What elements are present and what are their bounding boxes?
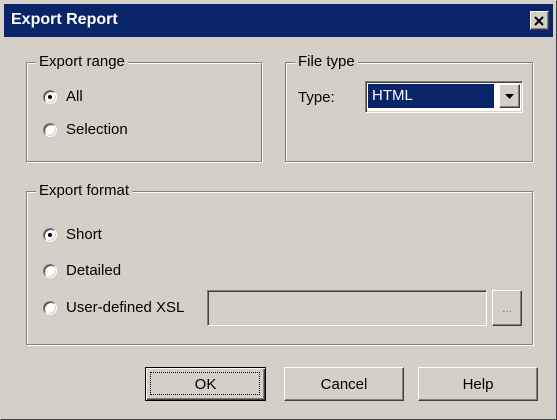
browse-xsl-label: ... (501, 301, 512, 315)
export-format-group: Export format Short Detailed User-define… (26, 182, 533, 345)
radio-all[interactable]: All (43, 88, 83, 105)
file-type-legend: File type (295, 53, 358, 71)
help-button-label: Help (462, 375, 494, 393)
cancel-button-label: Cancel (320, 375, 368, 393)
radio-detailed-indicator[interactable] (43, 263, 57, 278)
chevron-down-icon (505, 93, 514, 99)
help-button[interactable]: Help (418, 367, 538, 401)
radio-short-label: Short (66, 226, 102, 243)
radio-all-indicator[interactable] (43, 89, 57, 104)
radio-user-defined-xsl[interactable]: User-defined XSL (43, 299, 184, 316)
radio-selection[interactable]: Selection (43, 121, 128, 138)
export-range-group: Export range All Selection (26, 53, 262, 162)
type-dropdown-button[interactable] (499, 84, 520, 108)
close-icon (534, 15, 544, 26)
radio-detailed-label: Detailed (66, 262, 122, 279)
file-type-group: File type Type: HTML (285, 53, 533, 162)
type-select-value: HTML (368, 84, 494, 108)
radio-user-defined-xsl-label: User-defined XSL (66, 299, 185, 316)
radio-selection-label: Selection (66, 121, 128, 138)
export-range-legend: Export range (36, 53, 128, 71)
xsl-path-field[interactable] (207, 290, 487, 326)
ok-button[interactable]: OK (145, 367, 266, 401)
focus-rectangle (150, 372, 260, 395)
type-label: Type: (298, 89, 335, 106)
type-select[interactable]: HTML (365, 81, 523, 113)
dialog-title: Export Report (11, 11, 118, 28)
title-bar[interactable]: Export Report (4, 4, 553, 37)
radio-detailed[interactable]: Detailed (43, 262, 121, 279)
browse-xsl-button[interactable]: ... (492, 290, 522, 326)
export-format-legend: Export format (36, 182, 133, 200)
cancel-button[interactable]: Cancel (284, 367, 404, 401)
export-report-dialog: Export Report Export range All Selection… (0, 0, 557, 420)
close-button[interactable] (530, 11, 549, 30)
radio-short[interactable]: Short (43, 226, 102, 243)
radio-user-defined-xsl-indicator[interactable] (43, 300, 57, 315)
radio-all-label: All (66, 88, 83, 105)
radio-short-indicator[interactable] (43, 227, 57, 242)
radio-selection-indicator[interactable] (43, 122, 57, 137)
